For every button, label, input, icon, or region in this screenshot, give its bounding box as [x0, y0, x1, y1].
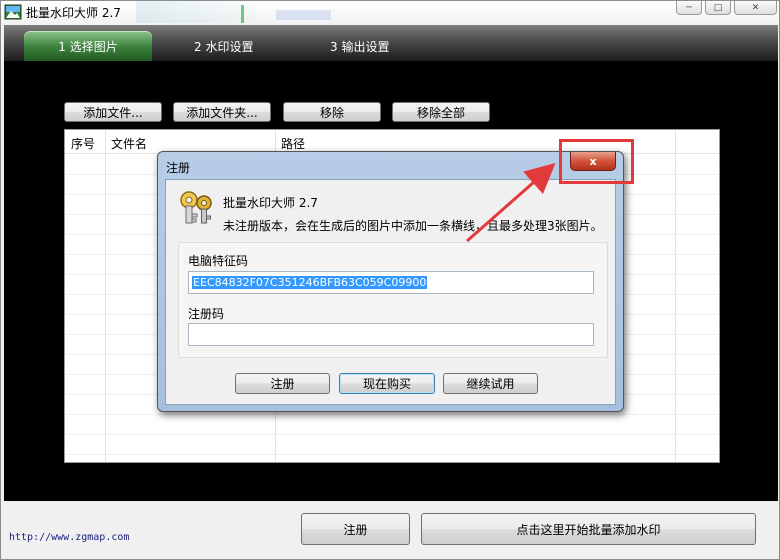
annotation-arrow: [466, 163, 556, 243]
main-window: 批量水印大师 2.7 ─ □ ✕ 1 选择图片 2 水印设置 3 输出设置 添加…: [0, 0, 780, 560]
